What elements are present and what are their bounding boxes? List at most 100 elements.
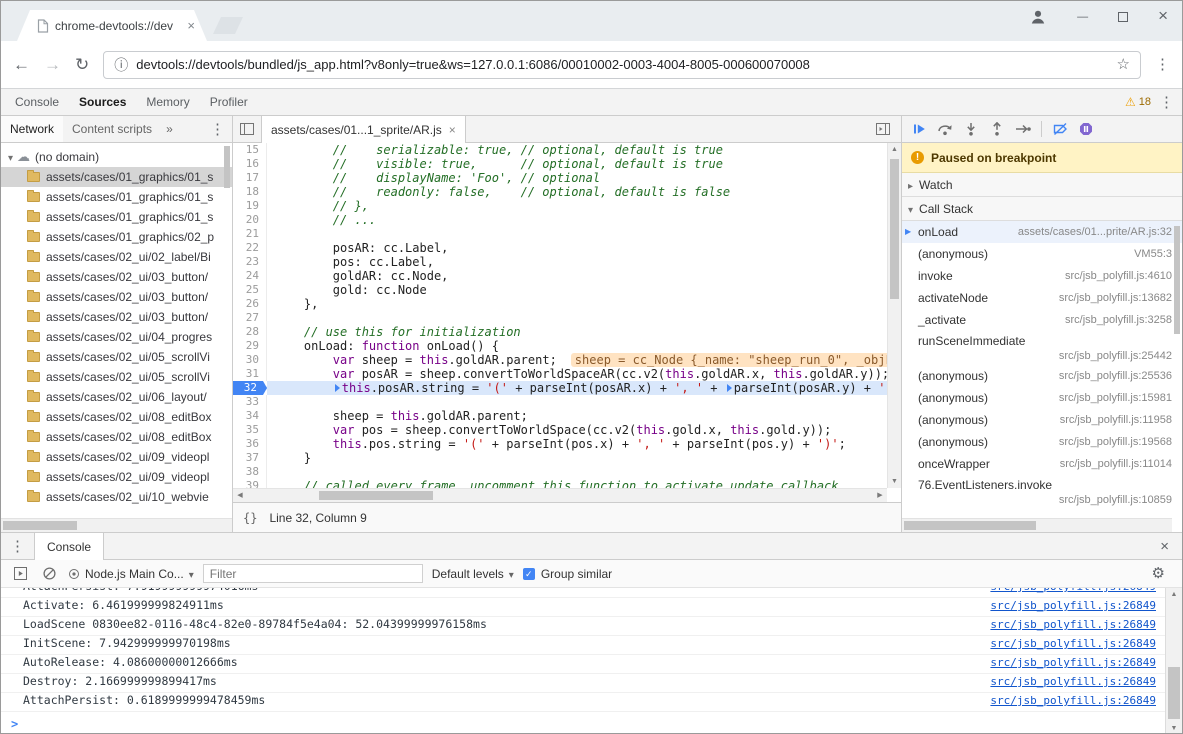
debugger-vertical-scrollbar[interactable] <box>1172 222 1182 518</box>
navigator-menu-icon[interactable] <box>203 120 232 138</box>
scroll-down-icon[interactable] <box>888 475 901 488</box>
file-tree-item[interactable]: assets/cases/01_graphics/01_s <box>1 207 232 227</box>
file-tab-close-icon[interactable] <box>449 123 456 137</box>
drawer-tab-console[interactable]: Console <box>34 533 104 560</box>
file-tree-item[interactable]: assets/cases/02_ui/06_layout/ <box>1 387 232 407</box>
console-source-link[interactable]: src/jsb_polyfill.js:26849 <box>976 599 1156 612</box>
editor-horizontal-scrollbar[interactable] <box>233 488 887 502</box>
file-tree-item[interactable]: assets/cases/01_graphics/01_s <box>1 187 232 207</box>
pause-on-exceptions-button[interactable] <box>1074 118 1098 140</box>
call-stack-frame[interactable]: (anonymous)src/jsb_polyfill.js:19568 <box>902 431 1182 453</box>
line-number[interactable]: 33 <box>233 395 267 409</box>
line-number[interactable]: 16 <box>233 157 267 171</box>
step-position-marker-icon[interactable] <box>335 384 340 392</box>
scroll-right-icon[interactable] <box>873 489 887 502</box>
call-stack-frame[interactable]: 76.EventListeners.invokesrc/jsb_polyfill… <box>902 475 1182 509</box>
line-number[interactable]: 23 <box>233 255 267 269</box>
console-source-link[interactable]: src/jsb_polyfill.js:26849 <box>976 656 1156 669</box>
tab-close-icon[interactable] <box>187 18 195 33</box>
file-tree-item[interactable]: assets/cases/02_ui/02_label/Bi <box>1 247 232 267</box>
devtools-tab-sources[interactable]: Sources <box>69 89 136 115</box>
line-number[interactable]: 19 <box>233 199 267 213</box>
file-tree-item[interactable]: assets/cases/01_graphics/02_p <box>1 227 232 247</box>
sidebar-tab-network[interactable]: Network <box>1 116 63 142</box>
line-number[interactable]: 30 <box>233 353 267 367</box>
call-stack-frame[interactable]: onceWrappersrc/jsb_polyfill.js:11014 <box>902 453 1182 475</box>
line-number[interactable]: 35 <box>233 423 267 437</box>
resume-button[interactable] <box>907 118 931 140</box>
line-number[interactable]: 21 <box>233 227 267 241</box>
console-vertical-scrollbar[interactable] <box>1165 588 1182 734</box>
console-settings-icon[interactable] <box>1152 564 1173 583</box>
line-number[interactable]: 20 <box>233 213 267 227</box>
pretty-print-icon[interactable]: {} <box>243 511 257 525</box>
warnings-badge[interactable]: 18 <box>1125 93 1151 111</box>
tree-item-domain[interactable]: (no domain) <box>1 147 232 167</box>
file-tree-item[interactable]: assets/cases/02_ui/10_webvie <box>1 487 232 507</box>
line-number[interactable]: 31 <box>233 367 267 381</box>
line-number[interactable]: 34 <box>233 409 267 423</box>
file-tree-item[interactable]: assets/cases/01_graphics/01_s <box>1 167 232 187</box>
reload-button[interactable] <box>75 55 89 75</box>
navigator-toggle-button[interactable] <box>233 116 261 142</box>
close-button[interactable] <box>1158 7 1168 26</box>
line-number[interactable]: 17 <box>233 171 267 185</box>
console-source-link[interactable]: src/jsb_polyfill.js:26849 <box>976 618 1156 631</box>
call-stack-frame[interactable]: runSceneImmediatesrc/jsb_polyfill.js:254… <box>902 331 1182 365</box>
editor-file-tab[interactable]: assets/cases/01...1_sprite/AR.js <box>261 116 466 143</box>
devtools-tab-console[interactable]: Console <box>5 89 69 115</box>
watch-section-header[interactable]: Watch <box>902 173 1182 197</box>
file-tree-item[interactable]: assets/cases/02_ui/09_videopl <box>1 447 232 467</box>
browser-tab[interactable]: chrome-devtools://dev <box>17 10 207 41</box>
scroll-left-icon[interactable] <box>233 489 247 502</box>
call-stack-frame[interactable]: (anonymous)src/jsb_polyfill.js:11958 <box>902 409 1182 431</box>
devtools-tab-profiler[interactable]: Profiler <box>200 89 258 115</box>
clear-console-button[interactable] <box>39 564 59 584</box>
call-stack-frame[interactable]: (anonymous)src/jsb_polyfill.js:15981 <box>902 387 1182 409</box>
file-tree-item[interactable]: assets/cases/02_ui/09_videopl <box>1 467 232 487</box>
file-tree-item[interactable]: assets/cases/02_ui/03_button/ <box>1 287 232 307</box>
console-source-link[interactable]: src/jsb_polyfill.js:26849 <box>976 694 1156 707</box>
line-number[interactable]: 37 <box>233 451 267 465</box>
step-over-button[interactable] <box>933 118 957 140</box>
console-source-link[interactable]: src/jsb_polyfill.js:26849 <box>976 637 1156 650</box>
drawer-menu-icon[interactable] <box>1 533 34 559</box>
back-button[interactable] <box>13 55 30 75</box>
file-tree-item[interactable]: assets/cases/02_ui/03_button/ <box>1 307 232 327</box>
call-stack-expander-icon[interactable] <box>908 202 913 216</box>
line-number[interactable]: 29 <box>233 339 267 353</box>
minimize-button[interactable] <box>1077 7 1088 26</box>
call-stack-frame[interactable]: activateNodesrc/jsb_polyfill.js:13682 <box>902 287 1182 309</box>
step-out-button[interactable] <box>985 118 1009 140</box>
step-position-marker-icon[interactable] <box>727 384 732 392</box>
file-tree-item[interactable]: assets/cases/02_ui/05_scrollVi <box>1 367 232 387</box>
log-level-select[interactable]: Default levels <box>432 567 514 581</box>
call-stack-frame[interactable]: invokesrc/jsb_polyfill.js:4610 <box>902 265 1182 287</box>
code-area[interactable]: 15 // serializable: true, // optional, d… <box>233 143 901 502</box>
profile-icon[interactable] <box>1029 8 1047 26</box>
more-tabs-icon[interactable]: » <box>161 122 178 136</box>
file-tree-item[interactable]: assets/cases/02_ui/04_progres <box>1 327 232 347</box>
line-number[interactable]: 32 <box>233 381 267 395</box>
file-tree-item[interactable]: assets/cases/02_ui/08_editBox <box>1 427 232 447</box>
sidebar-horizontal-scrollbar[interactable] <box>1 518 232 532</box>
group-similar-checkbox[interactable]: Group similar <box>523 567 612 581</box>
console-source-link[interactable]: src/jsb_polyfill.js:26849 <box>976 588 1156 593</box>
console-sidebar-button[interactable] <box>10 564 30 584</box>
line-number[interactable]: 26 <box>233 297 267 311</box>
file-tree-item[interactable]: assets/cases/02_ui/03_button/ <box>1 267 232 287</box>
bookmark-star-icon[interactable] <box>1117 55 1130 74</box>
call-stack-frame[interactable]: onLoadassets/cases/01...prite/AR.js:32 <box>902 221 1182 243</box>
sidebar-tab-content-scripts[interactable]: Content scripts <box>63 116 161 142</box>
call-stack-frame[interactable]: (anonymous)VM55:3 <box>902 243 1182 265</box>
devtools-tab-memory[interactable]: Memory <box>136 89 199 115</box>
console-prompt-row[interactable]: > <box>1 712 1182 732</box>
debugger-horizontal-scrollbar[interactable] <box>902 518 1172 532</box>
step-into-button[interactable] <box>959 118 983 140</box>
checkbox-checked-icon[interactable] <box>523 568 535 580</box>
line-number[interactable]: 25 <box>233 283 267 297</box>
console-source-link[interactable]: src/jsb_polyfill.js:26849 <box>976 675 1156 688</box>
execution-context-select[interactable]: Node.js Main Co... <box>68 567 194 581</box>
line-number[interactable]: 22 <box>233 241 267 255</box>
maximize-button[interactable] <box>1118 12 1128 22</box>
